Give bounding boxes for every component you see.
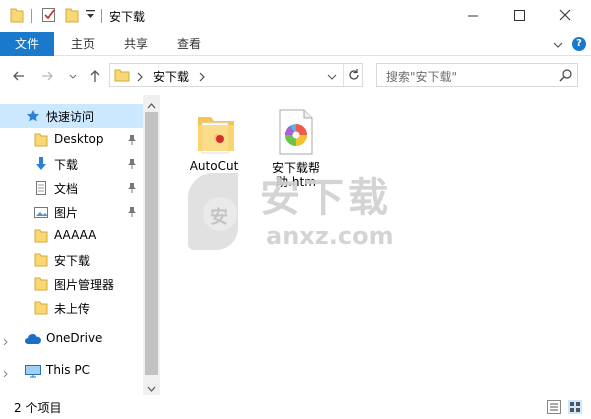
back-button[interactable] — [10, 67, 28, 85]
properties-icon[interactable] — [41, 6, 57, 27]
chevron-right-icon[interactable] — [198, 71, 206, 85]
pin-icon[interactable] — [127, 158, 137, 173]
minimize-icon — [468, 15, 478, 17]
sidebar-item-anxz[interactable]: 安下载 — [0, 248, 143, 272]
window-title: 安下载 — [109, 10, 146, 24]
minimize-button[interactable] — [450, 0, 496, 32]
address-dropdown-icon[interactable] — [327, 71, 337, 85]
tab-view[interactable]: 查看 — [177, 32, 201, 56]
scrollbar-thumb[interactable] — [145, 112, 158, 375]
star-icon — [26, 109, 40, 126]
sidebar-item-label: 文档 — [54, 182, 79, 196]
watermark: 安 安下载 anxz.com — [186, 170, 406, 252]
document-icon — [34, 180, 48, 199]
sidebar-item-label: 快速访问 — [46, 110, 95, 124]
address-bar[interactable]: 安下载 — [109, 63, 363, 87]
sidebar-item-downloads[interactable]: 下载 — [0, 152, 143, 176]
sidebar-item-image-manager[interactable]: 图片管理器 — [0, 272, 143, 296]
sidebar-item-label: AAAAA — [54, 228, 97, 242]
sidebar-item-desktop[interactable]: Desktop — [0, 128, 143, 152]
maximize-icon — [514, 10, 525, 21]
large-icons-view-icon[interactable] — [568, 400, 582, 414]
search-box[interactable]: 搜索"安下载" — [376, 63, 578, 87]
nav-pane-scrollbar[interactable] — [143, 95, 160, 395]
chevron-right-icon[interactable] — [136, 71, 144, 85]
sidebar-item-aaaaa[interactable]: AAAAA — [0, 224, 143, 248]
sidebar-item-pictures[interactable]: 图片 — [0, 200, 143, 224]
folder-icon — [34, 132, 48, 151]
cloud-icon — [24, 333, 42, 348]
pin-icon[interactable] — [127, 206, 137, 221]
title-bar: 安下载 — [0, 0, 591, 32]
up-arrow-icon — [90, 70, 100, 82]
watermark-text: 安下载 — [260, 175, 392, 221]
search-input[interactable]: 搜索"安下载" — [386, 68, 457, 85]
tab-file[interactable]: 文件 — [0, 32, 54, 56]
watermark-badge: 安 — [210, 207, 228, 228]
sidebar-item-label: Desktop — [54, 132, 104, 146]
chevron-down-icon — [69, 74, 77, 79]
address-separator — [343, 64, 344, 86]
tab-home[interactable]: 主页 — [71, 32, 95, 56]
sidebar-item-label: 未上传 — [54, 302, 91, 316]
watermark-domain: anxz.com — [266, 222, 394, 250]
address-path[interactable]: 安下载 — [153, 68, 189, 85]
folder-icon — [34, 228, 48, 247]
sidebar-item-label: 安下载 — [54, 254, 91, 268]
recent-locations-button[interactable] — [64, 67, 82, 85]
computer-icon — [24, 364, 42, 381]
expand-ribbon-icon[interactable] — [553, 39, 563, 53]
navigation-pane: 快速访问 Desktop 下载 文档 图片 AAAAA 安下载 图片管理器 未上… — [0, 95, 160, 395]
download-icon — [34, 156, 48, 175]
tab-share[interactable]: 共享 — [124, 32, 148, 56]
customize-toolbar-icon[interactable] — [86, 9, 95, 23]
sidebar-item-label: 下载 — [54, 158, 79, 172]
folder-icon — [34, 300, 48, 319]
item-count: 2 个项目 — [14, 401, 62, 415]
scroll-up-icon[interactable] — [147, 99, 156, 113]
sidebar-item-onedrive[interactable]: OneDrive — [0, 327, 143, 351]
sidebar-item-quick-access[interactable]: 快速访问 — [0, 104, 143, 128]
up-button[interactable] — [86, 67, 104, 85]
sidebar-item-label: OneDrive — [46, 331, 103, 345]
folder-icon — [34, 252, 48, 271]
folder-icon[interactable] — [10, 6, 24, 27]
maximize-button[interactable] — [496, 0, 542, 32]
pin-icon[interactable] — [127, 134, 137, 149]
folder-icon — [34, 276, 48, 295]
sidebar-item-label: This PC — [46, 363, 90, 377]
details-view-icon[interactable] — [547, 400, 561, 414]
folder-icon — [196, 111, 236, 158]
forward-arrow-icon — [42, 71, 53, 81]
forward-button[interactable] — [38, 67, 56, 85]
pin-icon[interactable] — [127, 182, 137, 197]
sidebar-item-documents[interactable]: 文档 — [0, 176, 143, 200]
sidebar-item-label: 图片管理器 — [54, 278, 115, 292]
refresh-icon[interactable] — [347, 68, 361, 85]
folder-icon — [114, 67, 130, 86]
status-bar: 2 个项目 — [0, 395, 591, 419]
sidebar-item-this-pc[interactable]: This PC — [0, 359, 143, 383]
pictures-icon — [34, 204, 48, 223]
new-folder-icon[interactable] — [65, 6, 79, 27]
ribbon: 文件 主页 共享 查看 ? — [0, 32, 591, 56]
sidebar-item-label: 图片 — [54, 206, 79, 220]
close-icon — [559, 9, 571, 21]
title-separator — [31, 9, 32, 23]
search-icon[interactable] — [559, 68, 573, 85]
back-arrow-icon — [13, 71, 24, 81]
help-icon[interactable]: ? — [572, 37, 586, 51]
title-separator — [101, 9, 102, 23]
html-file-icon — [278, 109, 314, 158]
sidebar-item-not-uploaded[interactable]: 未上传 — [0, 296, 143, 320]
close-button[interactable] — [542, 0, 588, 32]
scroll-down-icon[interactable] — [147, 382, 156, 396]
